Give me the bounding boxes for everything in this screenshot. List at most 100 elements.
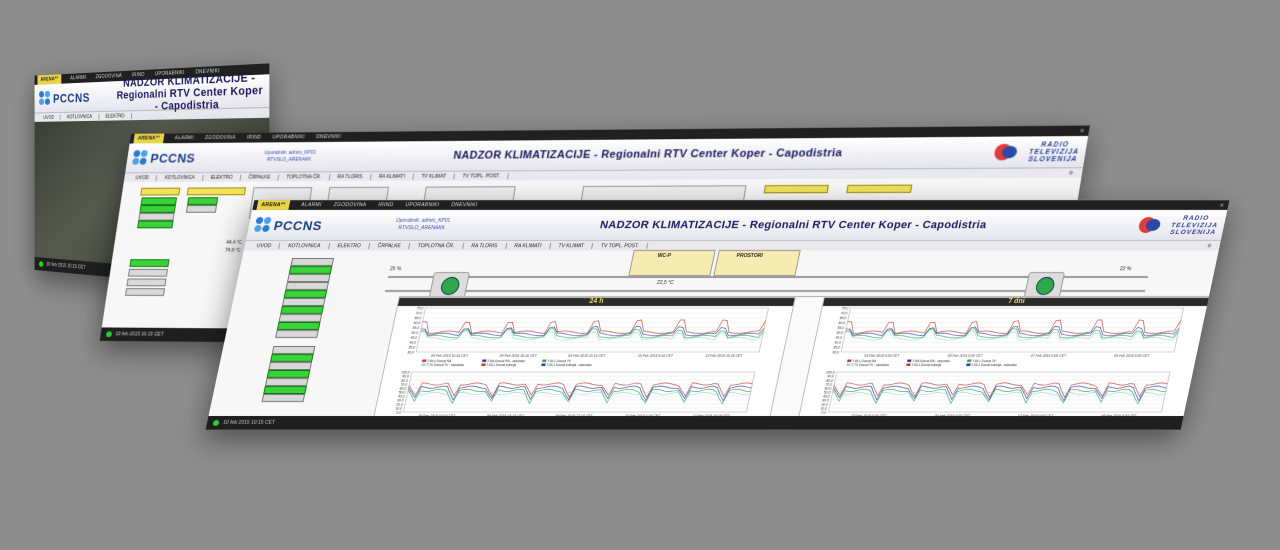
legend-swatch — [542, 359, 547, 362]
tab-alarmi[interactable]: ALARMI — [70, 75, 86, 82]
nav-tv-klimat[interactable]: TV KLIMAT — [413, 173, 456, 180]
state-button[interactable] — [126, 278, 167, 287]
close-icon[interactable]: ✕ — [1079, 127, 1086, 134]
device-button[interactable] — [271, 346, 316, 354]
legend-swatch — [481, 363, 486, 366]
nav-kotlovnica[interactable]: KOTLOVNICA — [279, 242, 331, 249]
graph-panel-7d: 7 dni 75,0 70,0 65,0 60,0 55,0 50,0 45,0 40,0 35… — [795, 297, 1211, 430]
x-tick-label: 09 Feb 2015 10:16 CET — [431, 354, 470, 358]
device-button[interactable] — [276, 322, 321, 330]
device-button[interactable] — [275, 330, 319, 338]
tab-zgodovina[interactable]: ZGODOVINA — [333, 202, 367, 208]
tab-alarmi[interactable]: ALARMI — [174, 135, 194, 141]
tab-arena[interactable]: ARENA** — [133, 133, 165, 144]
tab-alarmi[interactable]: ALARMI — [301, 202, 323, 208]
tab-arena[interactable]: ARENA** — [37, 74, 62, 85]
device-button[interactable] — [264, 378, 309, 386]
room-label: PROSTORI — [735, 253, 764, 259]
nav-ra-klimati[interactable]: RA KLIMATI — [505, 242, 552, 249]
device-button[interactable] — [263, 386, 307, 394]
nav-uvod[interactable]: UVOD — [37, 114, 61, 121]
room-prostori[interactable]: PROSTORI — [713, 250, 801, 276]
tab-zgodovina[interactable]: ZGODOVINA — [205, 135, 237, 141]
device-button[interactable] — [266, 370, 311, 378]
nav-kotlovnica[interactable]: KOTLOVNICA — [156, 174, 204, 181]
nav-uvod[interactable]: UVOD — [248, 242, 281, 249]
nav-kotlovnica[interactable]: KOTLOVNICA — [60, 113, 100, 121]
device-button[interactable] — [281, 298, 326, 306]
user-info: Uporabnik: admin_KP01 RTVSLO_ARENAKK — [394, 218, 450, 232]
state-button[interactable] — [137, 220, 174, 229]
nav-uvod[interactable]: UVOD — [127, 174, 158, 181]
status-bar: 10 feb 2015 10:15 CET — [205, 416, 1184, 430]
legend-swatch — [541, 363, 546, 366]
device-button[interactable] — [270, 354, 314, 362]
legend-label: T-TV Dovod TV - računsko — [426, 363, 465, 367]
settings-icon[interactable]: ⚙ — [1199, 243, 1221, 249]
legend-label: T-RL1 Dovod kuhinja — [486, 363, 517, 367]
user-group: RTVSLO_ARENAKK — [397, 225, 446, 231]
legend-swatch — [906, 363, 911, 366]
unit-label — [186, 187, 247, 196]
legend-swatch — [421, 363, 426, 366]
graph-panel-24h: 24 h 75,0 70,0 65,0 60,0 55,0 50,0 45,0 40,0 35,… — [370, 297, 796, 430]
fan-unit-left[interactable] — [428, 272, 471, 298]
state-button[interactable] — [140, 197, 178, 206]
device-button[interactable] — [288, 266, 333, 274]
state-button[interactable] — [124, 288, 166, 296]
nav-tv-klimat[interactable]: TV KLIMAT — [549, 242, 594, 249]
tab-uporabniki[interactable]: UPORABNIKI — [272, 134, 305, 140]
device-button[interactable] — [285, 282, 330, 290]
nav-tv-topl-post[interactable]: TV TOPL. POST. — [454, 172, 510, 180]
nav-ra-tloris[interactable]: RA TLORIS — [329, 173, 372, 180]
room-wc[interactable]: WC-P — [628, 250, 716, 276]
nav-tv-topl-post[interactable]: TV TOPL. POST. — [592, 242, 649, 249]
status-ok-icon — [38, 261, 44, 268]
pccns-logo-icon — [253, 217, 272, 233]
graph-title-24h: 24 h — [397, 298, 795, 306]
state-button[interactable] — [139, 205, 176, 213]
nav-elektro[interactable]: ELEKTRO — [202, 174, 242, 181]
tab-uporabniki[interactable]: UPORABNIKI — [405, 202, 440, 208]
x-tick-label: 09 Feb 2015 16:16 CET — [499, 354, 538, 358]
device-button[interactable] — [280, 306, 324, 314]
y-tick-label: 0,0 — [396, 411, 402, 415]
device-button[interactable] — [261, 394, 306, 402]
broadcaster-line3: SLOVENIJA — [1169, 228, 1217, 236]
nav-crpalke[interactable]: ČRPALKE — [369, 242, 411, 249]
unit-label — [140, 187, 181, 196]
tab-irind[interactable]: IRIND — [246, 135, 261, 141]
nav-crpalke[interactable]: ČRPALKE — [240, 174, 280, 181]
room-label: WC-P — [656, 253, 672, 259]
broadcaster-name: RADIO TELEVIZIJA SLOVENIJA — [1169, 215, 1220, 236]
close-icon[interactable]: ✕ — [1219, 202, 1226, 209]
nav-toplotna[interactable]: TOPLOTNA ČR. — [409, 242, 465, 249]
tab-arena[interactable]: ARENA** — [256, 200, 291, 210]
device-button[interactable] — [278, 314, 323, 322]
nav-ra-klimati[interactable]: RA KLIMATI — [370, 173, 415, 180]
device-button[interactable] — [287, 274, 331, 282]
user-group: RTVSLO_ARENAKK — [266, 156, 312, 163]
state-button[interactable] — [138, 212, 175, 221]
nav-elektro[interactable]: ELEKTRO — [99, 112, 133, 120]
device-button[interactable] — [290, 258, 335, 266]
state-button[interactable] — [185, 204, 218, 213]
nav-elektro[interactable]: ELEKTRO — [328, 242, 371, 249]
broadcaster-line3: SLOVENIJA — [1027, 155, 1079, 163]
nav-ra-tloris[interactable]: RA TLORIS — [462, 242, 508, 249]
state-button[interactable] — [187, 197, 219, 206]
legend-swatch — [907, 359, 912, 362]
tab-dnevniki[interactable]: DNEVNIKI — [316, 134, 342, 140]
fan-unit-right[interactable] — [1023, 272, 1066, 298]
nav-toplotna[interactable]: TOPLOTNA ČR. — [278, 173, 331, 180]
broadcaster-line1: RADIO — [1182, 214, 1210, 222]
device-button[interactable] — [283, 290, 328, 298]
state-button[interactable] — [129, 259, 170, 267]
tab-irind[interactable]: IRIND — [378, 202, 394, 208]
state-button[interactable] — [127, 268, 169, 277]
legend-label: T-RL1 Dovod kuhinja - računsko — [971, 363, 1018, 367]
device-button[interactable] — [268, 362, 313, 370]
tab-dnevniki[interactable]: DNEVNIKI — [451, 202, 478, 208]
rtv-logo-icon — [991, 142, 1022, 163]
settings-icon[interactable]: ⚙ — [1060, 170, 1083, 176]
